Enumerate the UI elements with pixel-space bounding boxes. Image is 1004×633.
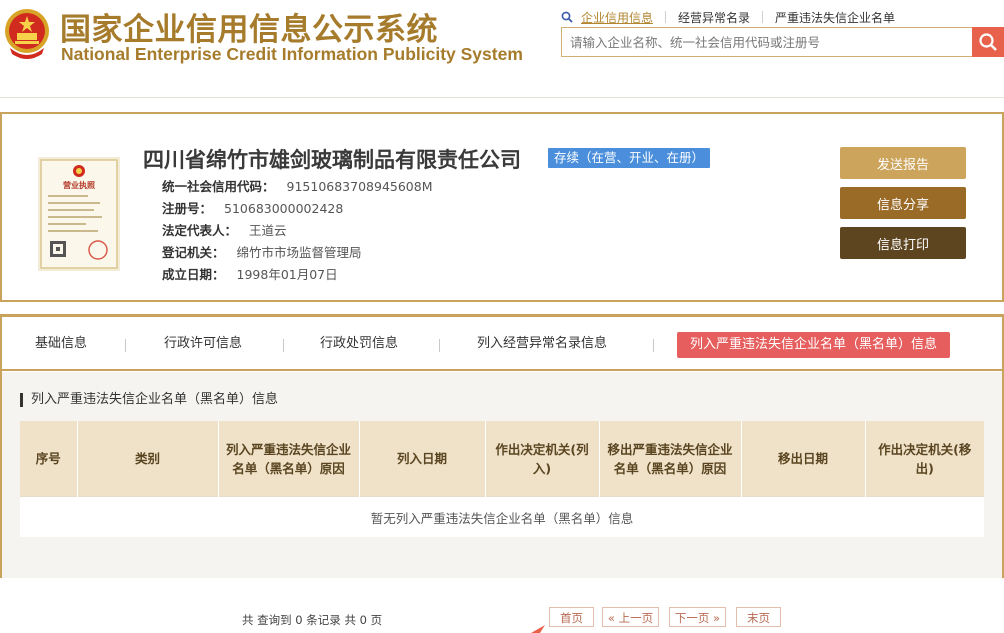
search-icon (979, 33, 997, 51)
nav-divider (665, 11, 667, 23)
blacklist-tab-content: 列入严重违法失信企业名单（黑名单）信息 序号 类别 列入严重违法失信企业名单（黑… (2, 372, 1002, 633)
nav-link-blacklist[interactable]: 严重违法失信企业名单 (775, 9, 895, 26)
column-header: 序号 (20, 421, 78, 497)
prev-page-button[interactable]: « 上一页 (602, 607, 659, 627)
site-header: 国家企业信用信息公示系统 National Enterprise Credit … (0, 0, 1004, 98)
company-name: 四川省绵竹市雄剑玻璃制品有限责任公司 (143, 148, 521, 172)
field-value: 1998年01月07日 (236, 267, 338, 282)
field-value: 510683000002428 (224, 201, 344, 216)
info-tabs-panel: 基础信息 行政许可信息 行政处罚信息 列入经营异常名录信息 列入严重违法失信企业… (0, 314, 1004, 633)
table-header-row: 序号 类别 列入严重违法失信企业名单（黑名单）原因 列入日期 作出决定机关(列入… (20, 421, 984, 497)
last-page-button[interactable]: 末页 (736, 607, 781, 627)
nav-divider (762, 11, 764, 23)
national-emblem-icon (5, 9, 49, 59)
field-value: 王道云 (249, 223, 287, 238)
tab-basic-info[interactable]: 基础信息 (35, 332, 87, 351)
column-header: 列入日期 (359, 421, 486, 497)
send-report-button[interactable]: 发送报告 (840, 147, 966, 179)
search-icon (561, 11, 573, 23)
section-title: 列入严重违法失信企业名单（黑名单）信息 (20, 393, 278, 407)
tab-admin-license[interactable]: 行政许可信息 (164, 332, 242, 351)
column-header: 移出日期 (741, 421, 866, 497)
column-header: 列入严重违法失信企业名单（黑名单）原因 (218, 421, 360, 497)
tab-divider (439, 339, 440, 352)
field-value: 绵竹市市场监督管理局 (236, 245, 362, 260)
search-input[interactable] (562, 28, 972, 56)
pager-summary: 共 查询到 0 条记录 共 0 页 (242, 613, 383, 627)
tab-bar: 基础信息 行政许可信息 行政处罚信息 列入经营异常名录信息 列入严重违法失信企业… (2, 317, 1002, 371)
tab-admin-penalty[interactable]: 行政处罚信息 (320, 332, 398, 351)
tab-divider (125, 339, 126, 352)
field-label: 法定代表人： (162, 223, 238, 238)
field-established-date: 成立日期： 1998年01月07日 (162, 264, 338, 283)
search-box (561, 27, 973, 57)
top-nav: 企业信用信息 经营异常名录 严重违法失信企业名单 (561, 8, 895, 26)
cursor-arrow-icon (531, 625, 545, 633)
column-header: 作出决定机关(移出) (865, 421, 984, 497)
share-info-button[interactable]: 信息分享 (840, 187, 966, 219)
empty-message: 暂无列入严重违法失信企业名单（黑名单）信息 (20, 496, 984, 537)
business-license-icon: 营业执照 (38, 157, 120, 271)
field-label: 统一社会信用代码： (162, 179, 275, 194)
site-title-cn: 国家企业信用信息公示系统 (60, 12, 438, 48)
field-label: 成立日期： (162, 267, 225, 282)
next-page-button[interactable]: 下一页 » (669, 607, 726, 627)
field-legal-rep: 法定代表人： 王道云 (162, 220, 287, 239)
tab-divider (283, 339, 284, 352)
tab-abnormal-list[interactable]: 列入经营异常名录信息 (477, 332, 607, 351)
company-summary-card: 营业执照 四川省绵竹市雄剑玻璃制品有限责任公司 存续（在营、开业、在册） 统一社… (0, 112, 1004, 302)
field-credit-code: 统一社会信用代码： 91510683708945608M (162, 176, 433, 195)
field-label: 登记机关： (162, 245, 225, 260)
status-badge: 存续（在营、开业、在册） (548, 148, 711, 168)
nav-link-abnormal-list[interactable]: 经营异常名录 (678, 9, 750, 26)
first-page-button[interactable]: 首页 (549, 607, 594, 627)
table-row: 暂无列入严重违法失信企业名单（黑名单）信息 (20, 496, 984, 537)
tab-blacklist[interactable]: 列入严重违法失信企业名单（黑名单）信息 (677, 332, 951, 358)
field-reg-number: 注册号： 510683000002428 (162, 198, 343, 217)
print-info-button[interactable]: 信息打印 (840, 227, 966, 259)
nav-link-credit-info[interactable]: 企业信用信息 (581, 9, 653, 26)
column-header: 类别 (77, 421, 219, 497)
field-label: 注册号： (162, 201, 213, 216)
field-reg-authority: 登记机关： 绵竹市市场监督管理局 (162, 242, 362, 261)
search-button[interactable] (972, 27, 1004, 57)
svg-text:营业执照: 营业执照 (63, 180, 95, 190)
site-title-en: National Enterprise Credit Information P… (61, 44, 523, 64)
column-header: 作出决定机关(列入) (485, 421, 600, 497)
blacklist-table: 序号 类别 列入严重违法失信企业名单（黑名单）原因 列入日期 作出决定机关(列入… (20, 421, 984, 537)
field-value: 91510683708945608M (286, 179, 433, 194)
tab-divider (653, 339, 654, 352)
column-header: 移出严重违法失信企业名单（黑名单）原因 (599, 421, 742, 497)
